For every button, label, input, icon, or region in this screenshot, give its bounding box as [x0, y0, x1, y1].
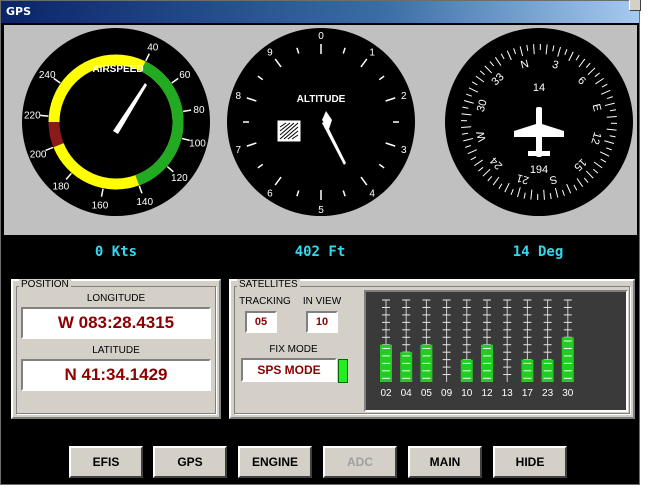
engine-button[interactable]: ENGINE [238, 446, 312, 478]
satellite-signal-chart: 02 04 05 09 10 12 13 17 23 30 [380, 299, 574, 399]
longitude-field: W 083:28.4315 [21, 307, 211, 339]
title-bar[interactable]: GPS [1, 0, 641, 23]
gps-button[interactable]: GPS [153, 446, 227, 478]
satellite-signal-panel: 02 04 05 09 10 12 13 17 23 30 [364, 290, 628, 412]
satellite-id-label: 05 [421, 388, 433, 399]
window-title: GPS [6, 5, 32, 18]
altitude-label: ALTITUDE [297, 94, 346, 105]
satellite-id-label: 30 [562, 388, 574, 399]
satellite-id-label: 04 [401, 388, 413, 399]
readout-bar: 0 Kts 402 Ft 14 Deg [4, 235, 637, 271]
altitude-tick-label: 6 [267, 188, 273, 199]
airspeed-tick-label: 100 [189, 138, 206, 149]
airspeed-tick-label: 240 [39, 70, 56, 81]
airspeed-tick-label: 200 [30, 149, 47, 160]
altitude-tick-label: 2 [401, 91, 407, 102]
satellite-id-label: 10 [461, 388, 473, 399]
heading-tick [543, 189, 545, 200]
airspeed-label: AIRSPEED [92, 64, 143, 75]
heading-readout: 14 Deg [512, 244, 564, 260]
heading-gauge: N 36E1215S2124W3033 14 194 [445, 28, 633, 216]
satellites-group: SATELLITES TRACKING 05 IN VIEW 10 FIX MO… [229, 279, 635, 419]
main-button[interactable]: MAIN [408, 446, 482, 478]
altitude-tick-label: 9 [267, 48, 273, 59]
latitude-field: N 41:34.1429 [21, 359, 211, 391]
gauge-panel: 40 60 80 100 120 140 160 180 200 220 240 AIRSPEED … [4, 25, 637, 235]
heading-tick [533, 44, 535, 55]
longitude-label: LONGITUDE [86, 293, 146, 304]
airspeed-tick-label: 220 [24, 111, 41, 122]
satellite-id-label: 09 [441, 388, 453, 399]
airspeed-tick-label: 40 [147, 43, 159, 54]
adc-button[interactable]: ADC [323, 446, 397, 478]
airspeed-gauge: 40 60 80 100 120 140 160 180 200 220 240 AIRSPEED [22, 28, 210, 216]
tracking-value: 05 [245, 311, 277, 333]
signal-bar [400, 352, 413, 382]
airspeed-tick [40, 114, 49, 117]
satellite-id-label: 02 [380, 388, 392, 399]
airspeed-tick-label: 180 [53, 181, 70, 192]
altitude-tick-label: 0 [318, 31, 324, 42]
window-control[interactable] [629, 0, 641, 11]
fixmode-value: SPS MODE [241, 358, 337, 382]
inview-value: 10 [306, 311, 338, 333]
latitude-label: LATITUDE [92, 345, 140, 356]
airspeed-tick-label: 60 [179, 70, 191, 81]
position-legend: POSITION [19, 279, 71, 291]
screen-edge [0, 485, 648, 490]
satellite-id-label: 12 [481, 388, 493, 399]
altitude-tick-label: 8 [235, 91, 241, 102]
airspeed-tick-label: 160 [92, 200, 109, 211]
efis-button[interactable]: EFIS [69, 446, 143, 478]
heading-tick [461, 126, 472, 128]
airspeed-tick-label: 120 [171, 173, 188, 184]
airspeed-tick-label: 80 [193, 105, 205, 116]
satellite-id-label: 17 [522, 388, 534, 399]
satellites-legend: SATELLITES [237, 279, 300, 291]
altitude-tick-label: 1 [369, 48, 375, 59]
signal-bar [561, 337, 574, 382]
speed-readout: 0 Kts [94, 244, 138, 260]
heading-bottom-value: 194 [530, 164, 548, 176]
altitude-tick-label: 3 [401, 145, 407, 156]
satellite-id-label: 13 [502, 388, 514, 399]
altitude-tick-label: 5 [318, 205, 324, 216]
tracking-label: TRACKING [239, 296, 291, 307]
fix-status-led [338, 359, 348, 383]
satellite-id-label: 23 [542, 388, 554, 399]
hide-button[interactable]: HIDE [493, 446, 567, 478]
altitude-tick-label: 4 [369, 188, 375, 199]
heading-tick [606, 116, 617, 118]
inview-label: IN VIEW [302, 296, 342, 307]
altitude-gauge: 0 1 2 3 4 5 6 7 8 9 ALTITUDE [227, 28, 415, 216]
gps-window: GPS 40 60 80 100 120 140 160 180 200 220 240 AIRSP… [0, 0, 641, 485]
fixmode-label: FIX MODE [269, 344, 318, 355]
altitude-tick-label: 7 [235, 145, 241, 156]
altitude-readout: 402 Ft [294, 244, 346, 260]
position-group: POSITION LONGITUDE W 083:28.4315 LATITUD… [11, 279, 221, 419]
airspeed-tick-label: 140 [136, 197, 153, 208]
heading-top-value: 14 [533, 82, 545, 94]
